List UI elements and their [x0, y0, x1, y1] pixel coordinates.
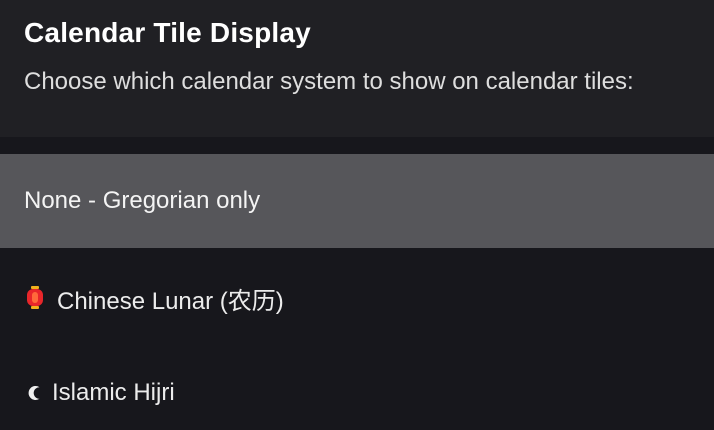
dialog-header: Calendar Tile Display Choose which calen… — [0, 0, 714, 137]
calendar-tile-display-dialog: Calendar Tile Display Choose which calen… — [0, 0, 714, 430]
option-none-gregorian[interactable]: None - Gregorian only — [0, 154, 714, 248]
option-chinese-lunar[interactable]: Chinese Lunar (农历) — [0, 251, 714, 345]
option-label: Chinese Lunar (农历) — [57, 287, 284, 315]
dialog-title: Calendar Tile Display — [24, 17, 311, 48]
crescent-icon — [28, 386, 40, 400]
lantern-icon — [27, 286, 43, 310]
option-label: None - Gregorian only — [24, 187, 261, 214]
option-label: Islamic Hijri — [52, 379, 175, 406]
option-islamic-hijri[interactable]: Islamic Hijri — [0, 346, 714, 430]
dialog-description: Choose which calendar system to show on … — [24, 68, 634, 95]
